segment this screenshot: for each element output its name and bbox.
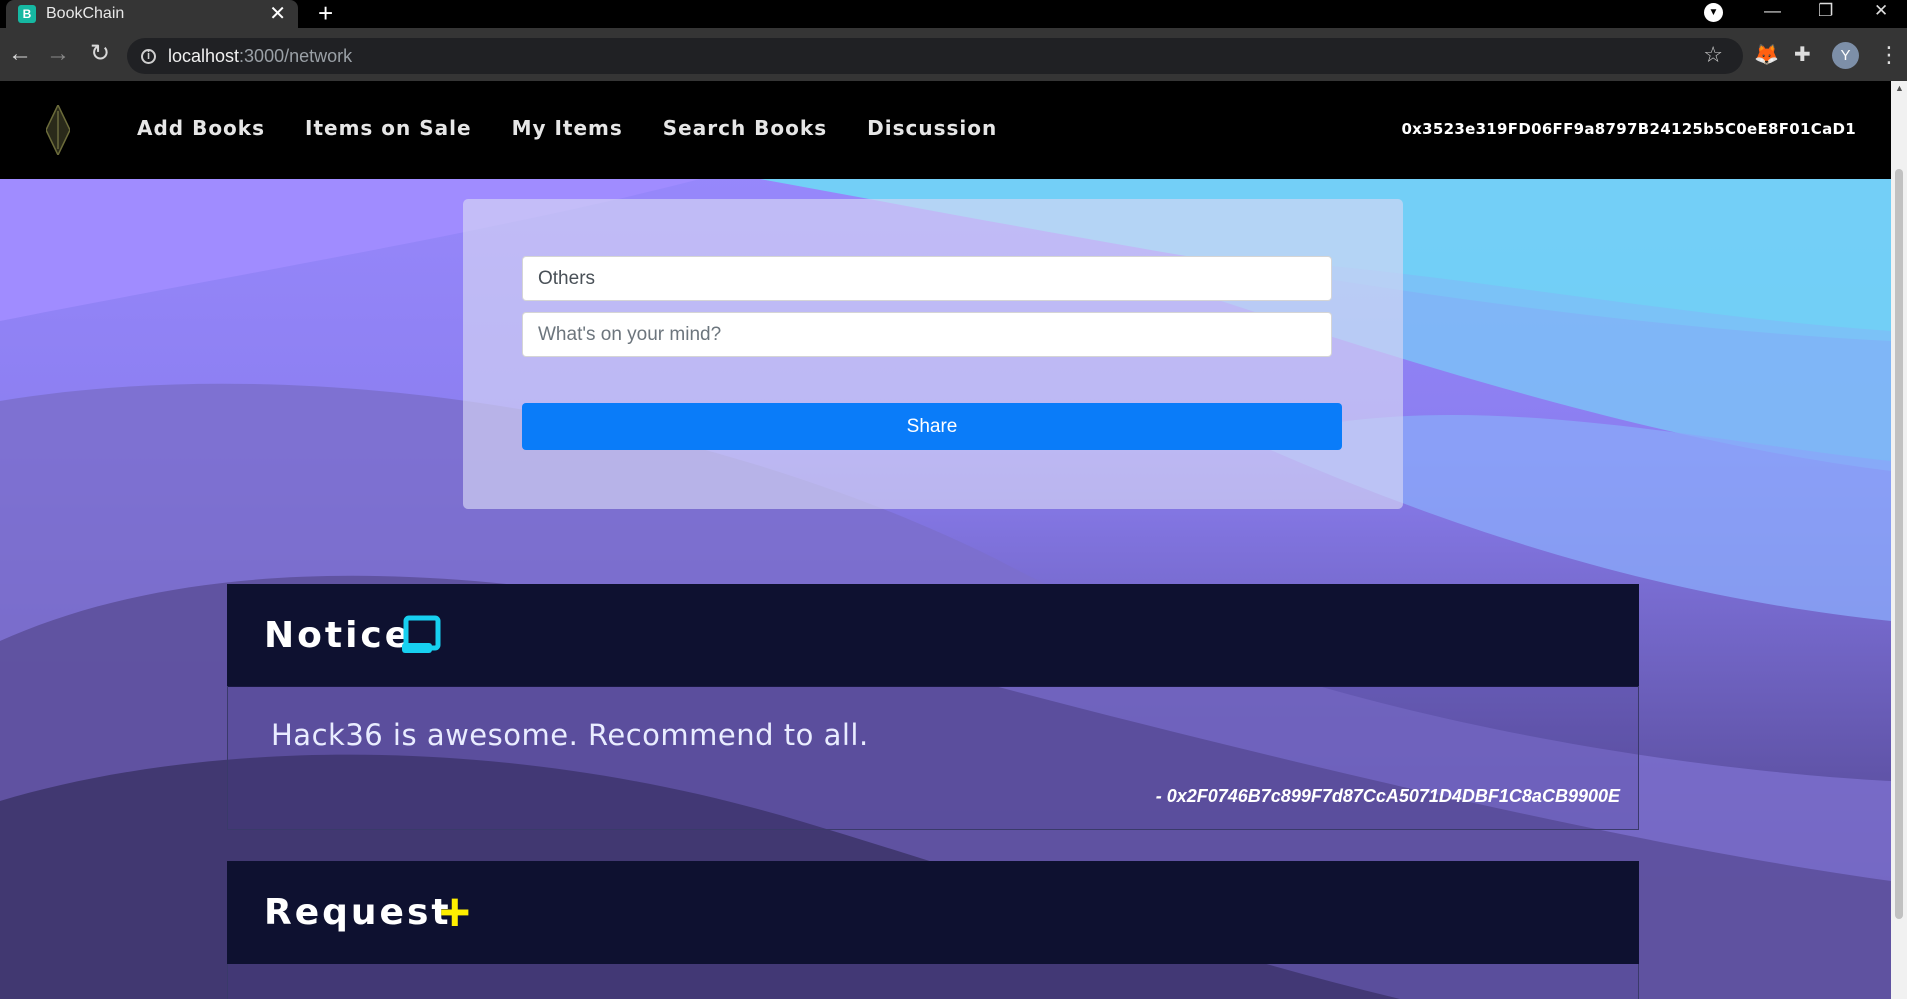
new-tab-button[interactable]: +	[318, 0, 333, 26]
back-icon[interactable]: ←	[4, 38, 36, 70]
page-scrollbar[interactable]: ▲	[1891, 81, 1907, 999]
minimize-icon[interactable]: —	[1764, 0, 1781, 22]
share-button[interactable]: Share	[522, 403, 1342, 450]
reload-icon[interactable]: ↻	[84, 38, 116, 70]
browser-toolbar: ← → ↻ i localhost:3000/network ☆ 🦊 ✚ Y ⋮	[0, 28, 1907, 81]
post-form-card: Share	[463, 199, 1403, 509]
plus-icon: +	[439, 882, 471, 942]
browser-tab[interactable]: B BookChain ✕	[6, 0, 298, 28]
wallet-address: 0x3523e319FD06FF9a8797B24125b5C0eE8F01Ca…	[1401, 120, 1856, 138]
bookmark-star-icon[interactable]: ☆	[1703, 42, 1723, 68]
request-title: Request	[264, 892, 452, 933]
message-input[interactable]	[522, 312, 1332, 357]
tab-title: BookChain	[46, 5, 125, 22]
address-bar[interactable]: i localhost:3000/network ☆	[127, 38, 1743, 74]
category-input[interactable]	[522, 256, 1332, 301]
restore-icon[interactable]: ❐	[1818, 0, 1833, 22]
url-text[interactable]: localhost:3000/network	[168, 46, 352, 67]
notice-body: Hack36 is awesome. Recommend to all. - 0…	[227, 686, 1639, 830]
window-close-icon[interactable]: ✕	[1874, 0, 1888, 22]
nav-discussion[interactable]: Discussion	[867, 116, 997, 140]
bookchain-logo-icon[interactable]	[46, 105, 70, 155]
notice-header: Notice	[227, 584, 1639, 687]
site-info-icon[interactable]: i	[141, 48, 156, 64]
tab-search-icon[interactable]: ▼	[1704, 3, 1723, 22]
metamask-fox-icon[interactable]: 🦊	[1754, 44, 1779, 66]
notice-message: Hack36 is awesome. Recommend to all.	[271, 718, 869, 752]
nav-my-items[interactable]: My Items	[512, 116, 623, 140]
nav-items-on-sale[interactable]: Items on Sale	[305, 116, 472, 140]
page-viewport: Add Books Items on Sale My Items Search …	[0, 81, 1891, 999]
scroll-up-icon[interactable]: ▲	[1895, 83, 1904, 93]
extensions-puzzle-icon[interactable]: ✚	[1794, 44, 1811, 66]
forward-icon[interactable]: →	[42, 38, 74, 70]
browser-menu-icon[interactable]: ⋮	[1878, 42, 1900, 68]
request-header: Request +	[227, 861, 1639, 964]
favicon-icon: B	[18, 5, 36, 23]
profile-avatar[interactable]: Y	[1832, 42, 1859, 69]
notice-title: Notice	[264, 615, 413, 656]
nav-add-books[interactable]: Add Books	[137, 116, 265, 140]
app-navbar: Add Books Items on Sale My Items Search …	[0, 81, 1891, 179]
notice-author: - 0x2F0746B7c899F7d87CcA5071D4DBF1C8aCB9…	[1155, 786, 1620, 806]
nav-search-books[interactable]: Search Books	[663, 116, 827, 140]
scroll-icon	[402, 615, 441, 653]
request-body	[227, 964, 1639, 999]
tab-close-icon[interactable]: ✕	[269, 4, 286, 24]
nav-links: Add Books Items on Sale My Items Search …	[137, 116, 997, 140]
scrollbar-thumb[interactable]	[1895, 169, 1903, 919]
browser-tabstrip: B BookChain ✕ + ▼ — ❐ ✕	[0, 0, 1907, 28]
